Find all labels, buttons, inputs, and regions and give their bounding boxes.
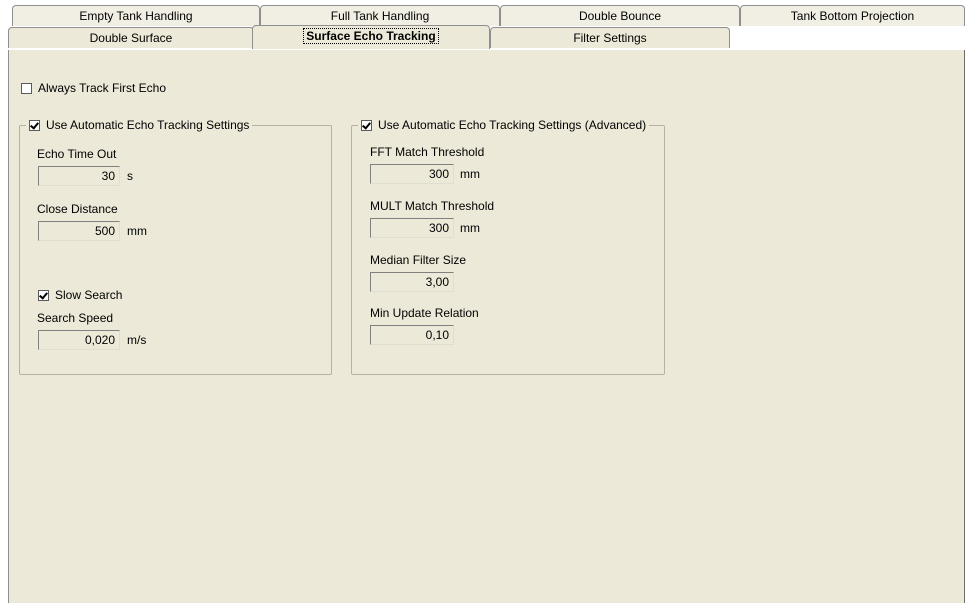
always-track-first-echo-label: Always Track First Echo <box>38 81 167 95</box>
fft-match-threshold-unit: mm <box>460 167 480 181</box>
use-automatic-echo-tracking-label: Use Automatic Echo Tracking Settings <box>46 118 250 132</box>
tab-double-surface[interactable]: Double Surface <box>8 27 254 48</box>
tab-row-front: Double Surface Surface Echo Tracking Fil… <box>0 25 970 49</box>
fft-match-threshold-field[interactable]: 300 <box>370 164 454 184</box>
tab-tank-bottom-projection[interactable]: Tank Bottom Projection <box>740 5 965 26</box>
close-distance-label: Close Distance <box>37 202 118 216</box>
mult-match-threshold-unit: mm <box>460 221 480 235</box>
tab-surface-echo-tracking-label: Surface Echo Tracking <box>303 28 439 44</box>
fft-match-threshold-label: FFT Match Threshold <box>370 145 485 159</box>
echo-time-out-label: Echo Time Out <box>37 147 117 161</box>
min-update-relation-label: Min Update Relation <box>370 306 479 320</box>
median-filter-size-label: Median Filter Size <box>370 253 467 267</box>
echo-time-out-unit: s <box>127 169 133 183</box>
use-advanced-echo-tracking-box[interactable] <box>361 119 372 131</box>
mult-match-threshold-label: MULT Match Threshold <box>370 199 495 213</box>
use-advanced-echo-tracking-label: Use Automatic Echo Tracking Settings (Ad… <box>378 118 647 132</box>
slow-search-checkbox[interactable]: Slow Search <box>38 288 122 302</box>
tab-empty-tank-handling[interactable]: Empty Tank Handling <box>12 5 260 26</box>
tab-panel: Always Track First Echo Use Automatic Ec… <box>8 50 965 603</box>
use-advanced-echo-tracking-checkbox[interactable]: Use Automatic Echo Tracking Settings (Ad… <box>358 118 650 132</box>
always-track-first-echo-box[interactable] <box>21 82 32 94</box>
use-automatic-echo-tracking-checkbox[interactable]: Use Automatic Echo Tracking Settings <box>26 118 253 132</box>
median-filter-size-field[interactable]: 3,00 <box>370 272 454 292</box>
advanced-echo-tracking-group: Use Automatic Echo Tracking Settings (Ad… <box>351 118 665 375</box>
tab-filter-settings[interactable]: Filter Settings <box>490 27 730 48</box>
close-distance-field[interactable]: 500 <box>38 221 120 241</box>
min-update-relation-field[interactable]: 0,10 <box>370 325 454 345</box>
tab-surface-echo-tracking[interactable]: Surface Echo Tracking <box>252 25 490 49</box>
use-automatic-echo-tracking-box[interactable] <box>29 119 40 131</box>
slow-search-label: Slow Search <box>55 288 123 302</box>
echo-time-out-field[interactable]: 30 <box>38 166 120 186</box>
always-track-first-echo-checkbox[interactable]: Always Track First Echo <box>21 81 166 95</box>
close-distance-unit: mm <box>127 224 147 238</box>
tab-row-back: Empty Tank Handling Full Tank Handling D… <box>0 5 970 27</box>
mult-match-threshold-field[interactable]: 300 <box>370 218 454 238</box>
search-speed-unit: m/s <box>127 333 147 347</box>
search-speed-field[interactable]: 0,020 <box>38 330 120 350</box>
tab-full-tank-handling[interactable]: Full Tank Handling <box>260 5 500 26</box>
search-speed-label: Search Speed <box>37 311 114 325</box>
slow-search-box[interactable] <box>38 289 49 301</box>
automatic-echo-tracking-group: Use Automatic Echo Tracking Settings Ech… <box>19 118 332 375</box>
tab-double-bounce[interactable]: Double Bounce <box>500 5 740 26</box>
